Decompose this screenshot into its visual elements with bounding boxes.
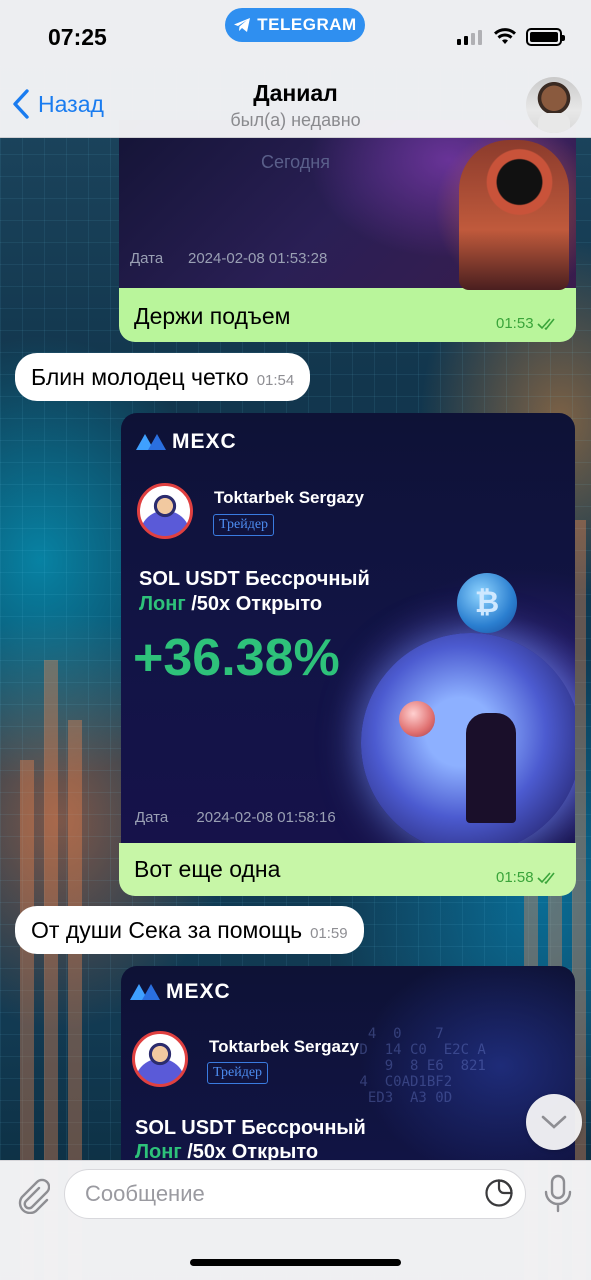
pnl-percent: +36.38% bbox=[133, 629, 340, 687]
double-check-icon bbox=[536, 317, 555, 330]
position-leverage: /50x Открыто bbox=[191, 593, 323, 615]
mexc-logo-icon bbox=[136, 434, 166, 450]
telegram-pill-label: TELEGRAM bbox=[257, 15, 357, 34]
character-illustration bbox=[466, 713, 516, 823]
position-line: Лонг /50x Открыто bbox=[139, 593, 322, 616]
photo-overlay-text: Сегодня bbox=[261, 152, 330, 172]
microphone-icon[interactable] bbox=[542, 1174, 574, 1214]
mexc-logo: MEXC bbox=[136, 430, 237, 454]
signal-icon bbox=[457, 30, 482, 45]
message-meta: 01:53 bbox=[496, 315, 559, 332]
outgoing-photo-message[interactable]: 4 0 7 D 14 C0 E2C A 9 8 E6 821 4 C0AD1BF… bbox=[121, 966, 575, 1160]
telegram-pill[interactable]: TELEGRAM bbox=[225, 8, 365, 42]
position-side: Лонг bbox=[139, 593, 186, 615]
astronaut-illustration bbox=[459, 140, 569, 290]
avatar[interactable] bbox=[526, 77, 582, 133]
card-date-label: Дата bbox=[135, 809, 169, 826]
trader-avatar bbox=[137, 483, 193, 539]
message-caption: Вот еще одна bbox=[134, 856, 281, 882]
incoming-message[interactable]: Блин молодец четко 01:54 bbox=[15, 353, 311, 401]
outgoing-photo-message[interactable]: Сегодня Дата 2024-02-08 01:53:28 Держи п… bbox=[119, 120, 576, 342]
photo-date-value: 2024-02-08 01:53:28 bbox=[188, 250, 328, 267]
wifi-icon bbox=[494, 28, 516, 44]
status-bar: 07:25 TELEGRAM bbox=[0, 0, 591, 72]
chevron-down-icon bbox=[541, 1115, 567, 1129]
message-caption: Держи подъем bbox=[134, 303, 291, 329]
message-time: 01:59 bbox=[310, 925, 348, 942]
double-check-icon bbox=[536, 871, 555, 884]
mexc-logo: MEXC bbox=[130, 980, 231, 1004]
sticker-icon[interactable] bbox=[484, 1178, 514, 1208]
photo-date-label: Дата bbox=[130, 250, 164, 267]
trader-badge: Трейдер bbox=[213, 514, 275, 536]
position-line: Лонг /50x Открыто bbox=[135, 1141, 318, 1160]
message-time: 01:53 bbox=[496, 315, 534, 332]
trader-name: Toktarbek Sergazy bbox=[209, 1037, 359, 1056]
trader-badge: Трейдер bbox=[207, 1062, 269, 1084]
pair-line: SOL USDT Бессрочный bbox=[139, 568, 370, 590]
pair-line: SOL USDT Бессрочный bbox=[135, 1117, 366, 1139]
status-time: 07:25 bbox=[48, 24, 107, 50]
position-leverage: /50x Открыто bbox=[187, 1141, 319, 1160]
outgoing-photo-message[interactable]: MEXC Toktarbek Sergazy Трейдер SOL USDT … bbox=[121, 413, 575, 843]
bitcoin-coin-icon: ₿ bbox=[457, 573, 517, 633]
mexc-brand-text: MEXC bbox=[172, 430, 237, 453]
coin-icon bbox=[399, 701, 435, 737]
chat-title[interactable]: Даниал bbox=[0, 80, 591, 107]
message-caption-bubble[interactable]: Вот еще одна 01:58 bbox=[119, 843, 576, 896]
message-text: От души Сека за помощь bbox=[31, 917, 303, 943]
trader-name: Toktarbek Sergazy bbox=[214, 488, 364, 507]
message-text: Блин молодец четко bbox=[31, 364, 249, 390]
chat-header: 07:25 TELEGRAM Назад Даниал был(а) недав… bbox=[0, 0, 591, 138]
position-side: Лонг bbox=[135, 1141, 182, 1160]
message-time: 01:54 bbox=[256, 372, 295, 389]
message-meta: 01:58 bbox=[496, 869, 559, 886]
battery-icon bbox=[526, 28, 565, 46]
incoming-message[interactable]: От души Сека за помощь 01:59 bbox=[15, 906, 364, 954]
code-background: 4 0 7 D 14 C0 E2C A 9 8 E6 821 4 C0AD1BF… bbox=[359, 1026, 486, 1106]
chat-status: был(а) недавно bbox=[230, 110, 361, 130]
mexc-brand-text: MEXC bbox=[166, 980, 231, 1003]
scroll-to-bottom-button[interactable] bbox=[526, 1094, 582, 1150]
home-indicator bbox=[190, 1259, 401, 1266]
card-date: Дата 2024-02-08 01:58:16 bbox=[135, 809, 336, 826]
mexc-logo-icon bbox=[130, 984, 160, 1000]
telegram-icon bbox=[234, 18, 251, 32]
message-input[interactable]: Сообщение bbox=[64, 1169, 526, 1219]
trader-avatar bbox=[132, 1031, 188, 1087]
message-time: 01:58 bbox=[496, 869, 534, 886]
card-date-value: 2024-02-08 01:58:16 bbox=[196, 809, 336, 826]
attach-icon[interactable] bbox=[14, 1174, 50, 1214]
